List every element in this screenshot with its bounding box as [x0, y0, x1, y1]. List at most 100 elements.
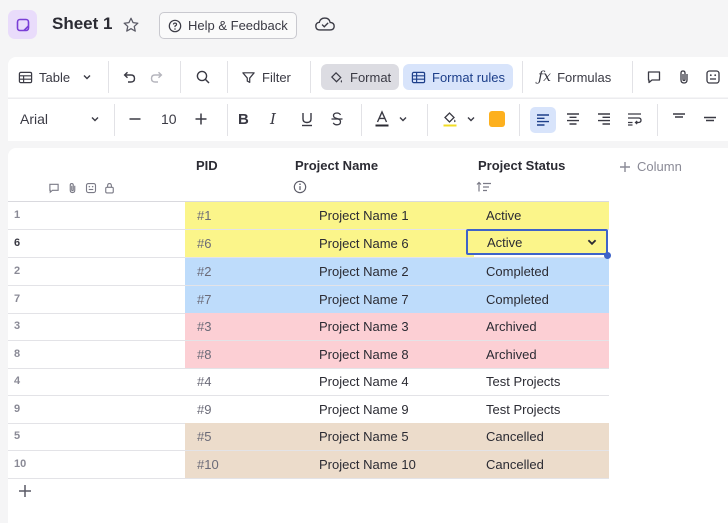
project-name-cell[interactable]: Project Name 3	[291, 313, 474, 340]
table-row[interactable]: 10 #10 Project Name 10 Cancelled	[8, 451, 609, 479]
underline-button[interactable]	[300, 99, 314, 139]
format-toolbar: Arial 10 B I	[8, 98, 728, 141]
strikethrough-button[interactable]	[330, 99, 344, 139]
pid-cell[interactable]: #9	[185, 396, 291, 423]
project-status-cell[interactable]: Completed	[474, 258, 609, 285]
status-dropdown-cell[interactable]: Active	[466, 229, 608, 255]
help-feedback-button[interactable]: Help & Feedback	[159, 12, 297, 39]
fill-color-icon	[442, 110, 458, 128]
column-header-pid[interactable]: PID	[196, 158, 218, 173]
project-name-cell[interactable]: Project Name 10	[291, 451, 474, 478]
pid-cell[interactable]: #3	[185, 313, 291, 340]
project-name-cell[interactable]: Project Name 1	[291, 202, 474, 229]
undo-button[interactable]	[121, 57, 137, 97]
valign-middle-button[interactable]	[703, 99, 717, 139]
app-icon[interactable]	[8, 10, 37, 39]
pid-cell[interactable]: #7	[185, 286, 291, 313]
cloud-check-icon[interactable]	[314, 14, 336, 34]
project-name-cell[interactable]: Project Name 8	[291, 341, 474, 368]
star-icon[interactable]	[122, 16, 140, 34]
bold-button[interactable]: B	[238, 99, 249, 139]
filter-button[interactable]: Filter	[241, 57, 291, 97]
decrease-font-button[interactable]	[128, 99, 142, 139]
highlight-color-button[interactable]	[442, 99, 476, 139]
format-button[interactable]: Format	[321, 64, 400, 90]
project-status-cell[interactable]: Completed	[474, 286, 609, 313]
project-name-cell[interactable]: Project Name 4	[291, 368, 474, 395]
forms-button[interactable]	[705, 57, 721, 97]
align-left-button[interactable]	[530, 107, 556, 133]
table-row[interactable]: 9 #9 Project Name 9 Test Projects	[8, 396, 609, 424]
table-row[interactable]: 4 #4 Project Name 4 Test Projects	[8, 368, 609, 396]
redo-button[interactable]	[149, 57, 165, 97]
increase-font-button[interactable]	[194, 99, 208, 139]
project-status-cell[interactable]: Active	[474, 202, 609, 229]
valign-top-button[interactable]	[672, 99, 686, 139]
info-icon[interactable]	[293, 180, 307, 194]
view-select[interactable]: Table	[18, 57, 92, 97]
filter-label: Filter	[262, 69, 291, 85]
paperclip-icon	[677, 69, 691, 85]
pid-cell[interactable]: #2	[185, 258, 291, 285]
project-status-cell[interactable]: Cancelled	[474, 423, 609, 450]
sheet-icon	[16, 18, 29, 31]
row-number: 8	[14, 348, 21, 360]
project-name-cell[interactable]: Project Name 9	[291, 396, 474, 423]
add-row-button[interactable]	[18, 484, 32, 498]
project-status-cell[interactable]: Archived	[474, 341, 609, 368]
comments-button[interactable]	[646, 57, 662, 97]
project-status-cell[interactable]: Test Projects	[474, 396, 609, 423]
pid-cell[interactable]: #5	[185, 423, 291, 450]
table-row[interactable]: 2 #2 Project Name 2 Completed	[8, 258, 609, 286]
formulas-button[interactable]: ƒx Formulas	[538, 57, 611, 97]
row-indicator-icons	[48, 182, 115, 194]
table-row[interactable]: 5 #5 Project Name 5 Cancelled	[8, 423, 609, 451]
add-column-button[interactable]: Column	[619, 159, 682, 174]
pid-cell[interactable]: #6	[185, 230, 291, 257]
help-feedback-label: Help & Feedback	[188, 18, 288, 33]
project-name-cell[interactable]: Project Name 2	[291, 258, 474, 285]
pid-cell[interactable]: #8	[185, 341, 291, 368]
project-name-cell[interactable]: Project Name 7	[291, 286, 474, 313]
wrap-text-button[interactable]	[627, 99, 643, 139]
attachments-button[interactable]	[677, 57, 691, 97]
align-center-button[interactable]	[566, 99, 580, 139]
search-button[interactable]	[195, 57, 211, 97]
row-number: 4	[14, 375, 21, 387]
redo-icon	[149, 69, 165, 85]
pid-cell[interactable]: #1	[185, 202, 291, 229]
row-number: 7	[14, 293, 21, 305]
form-icon	[705, 69, 721, 85]
table-row[interactable]: 3 #3 Project Name 3 Archived	[8, 313, 609, 341]
sheet-title[interactable]: Sheet 1	[52, 14, 112, 34]
pid-cell[interactable]: #4	[185, 368, 291, 395]
project-status-cell[interactable]: Cancelled	[474, 451, 609, 478]
plus-icon	[619, 161, 631, 173]
project-status-cell[interactable]: Test Projects	[474, 368, 609, 395]
underline-icon	[300, 111, 314, 127]
pid-cell[interactable]: #10	[185, 451, 291, 478]
text-color-icon	[374, 110, 390, 128]
row-number: 10	[14, 458, 27, 470]
table-row[interactable]: 7 #7 Project Name 7 Completed	[8, 286, 609, 314]
sheet-grid: PID Project Name Project Status Column 1…	[8, 148, 728, 523]
column-header-project-name[interactable]: Project Name	[295, 158, 378, 173]
project-name-cell[interactable]: Project Name 5	[291, 423, 474, 450]
sort-icon[interactable]	[476, 181, 492, 193]
column-header-project-status[interactable]: Project Status	[478, 158, 565, 173]
valign-middle-icon	[703, 112, 717, 126]
font-family-select[interactable]: Arial	[20, 99, 100, 139]
align-right-button[interactable]	[597, 99, 611, 139]
font-size-field[interactable]: 10	[161, 99, 177, 139]
chevron-down-icon[interactable]	[586, 236, 598, 248]
project-status-cell[interactable]: Archived	[474, 313, 609, 340]
font-size-value: 10	[161, 111, 177, 127]
format-rules-button[interactable]: Format rules	[403, 64, 513, 90]
fill-color-swatch[interactable]	[489, 99, 505, 139]
text-color-button[interactable]	[374, 99, 408, 139]
project-name-cell[interactable]: Project Name 6	[291, 230, 474, 257]
fill-handle[interactable]	[604, 252, 611, 259]
table-row[interactable]: 1 #1 Project Name 1 Active	[8, 202, 609, 230]
table-row[interactable]: 8 #8 Project Name 8 Archived	[8, 341, 609, 369]
italic-button[interactable]: I	[270, 99, 276, 139]
